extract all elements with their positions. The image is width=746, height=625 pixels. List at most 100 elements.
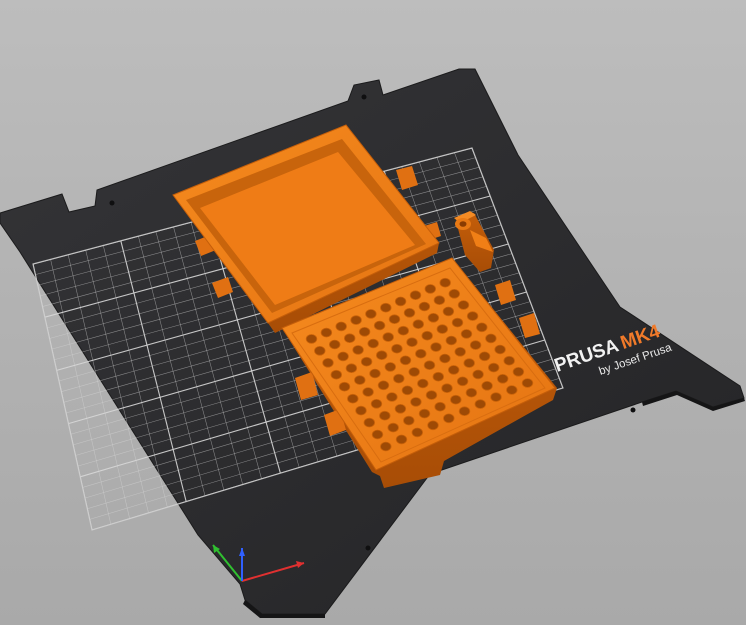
base-hole [355,405,367,416]
base-hole [382,332,394,342]
base-hole [423,360,436,371]
bed-screw-hole [630,407,636,413]
base-hole [417,378,429,389]
base-hole [442,306,455,317]
base-hole [338,381,351,392]
base-hole [384,362,397,372]
base-hole [329,339,341,350]
base-hole [373,320,386,331]
base-hole [488,362,500,373]
base-hole [476,322,488,333]
base-hole [497,373,509,384]
base-hole [506,385,518,395]
base-hole [358,326,371,337]
base-hole [425,390,438,400]
bed-screw-hole [109,200,115,206]
base-hole [474,399,487,409]
base-hole [463,358,475,368]
base-hole [421,330,433,341]
base-hole [434,401,446,412]
base-hole [363,417,376,428]
bed-screw-hole [361,94,367,100]
base-hole [387,422,399,433]
base-hole [451,317,464,328]
base-hole [427,420,439,431]
base-hole [367,338,379,349]
base-hole [485,333,497,344]
base-hole [481,380,493,391]
base-hole [394,403,407,414]
base-hole [403,415,415,426]
base-hole [472,369,484,380]
base-hole [430,342,442,352]
base-hole [379,410,391,421]
base-hole [465,387,478,398]
base-hole [418,408,431,419]
base-hole [503,355,515,366]
base-hole [391,343,403,354]
base-hole [436,324,449,334]
base-hole [445,335,458,346]
base-hole [454,346,466,357]
base-hole [432,371,445,382]
base-hole [365,309,377,319]
base-hole [322,357,334,368]
base-hole [521,378,534,388]
base-hole [337,351,349,362]
base-hole [320,327,333,338]
base-hole [397,325,410,336]
base-hole [427,312,440,323]
base-hole [394,296,407,307]
base-hole [466,311,479,321]
base-hole [376,350,388,361]
base-hole [439,277,451,288]
base-hole [388,314,401,325]
base-hole [410,397,422,407]
base-hole [448,288,461,299]
base-hole [412,319,425,330]
base-hole [494,344,506,355]
base-hole [314,345,326,356]
base-hole [371,429,384,440]
base-hole [369,368,381,379]
base-hole [450,394,462,405]
base-hole [370,398,383,409]
base-hole [305,334,318,344]
base-hole [395,434,408,445]
base-hole [401,385,414,396]
base-hole [443,413,455,424]
base-hole [448,365,460,375]
base-hole [512,366,525,377]
base-hole [433,295,446,306]
base-hole [386,392,398,402]
base-hole [380,441,392,452]
3d-viewport[interactable]: PRUSA MK4 by Josef Prusa [0,0,746,625]
base-hole [418,301,431,312]
base-hole [335,321,347,332]
base-hole [344,333,356,344]
base-hole [377,380,390,391]
base-hole [393,373,405,384]
base-hole [409,290,422,301]
base-hole [350,315,362,325]
base-hole [439,353,451,364]
base-hole [406,337,418,348]
base-hole [478,351,491,362]
base-hole [347,393,359,404]
base-hole [490,392,502,402]
base-hole [460,329,473,339]
base-hole [345,363,358,374]
base-hole [362,387,374,397]
base-hole [411,427,424,438]
base-hole [352,345,364,355]
base-hole [360,356,373,367]
base-hole [408,367,420,377]
base-hole [456,376,469,387]
bed-screw-hole [365,545,371,551]
base-hole [380,302,392,313]
base-hole [441,383,453,394]
base-hole [424,284,437,294]
base-hole [330,369,343,380]
base-hole [399,355,412,366]
base-hole [458,406,471,417]
